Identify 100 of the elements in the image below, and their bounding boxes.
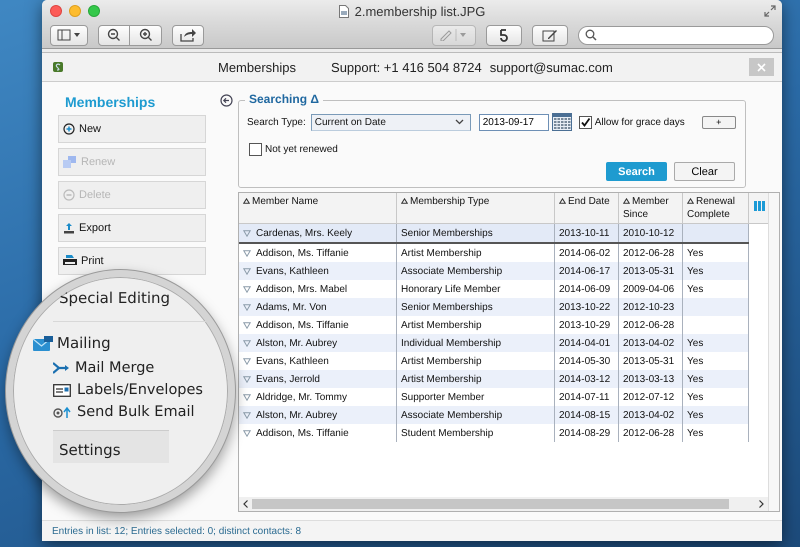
table-cell: 2013-10-11 xyxy=(559,228,610,238)
columns-icon[interactable] xyxy=(754,201,765,211)
sort-icon xyxy=(243,198,250,204)
table-row[interactable]: Alston, Mr. Aubrey Associate Membership 2014-08-15 2013-04-02 Yes xyxy=(239,406,749,424)
table-cell: 2013-10-29 xyxy=(559,320,610,330)
table-cell: Yes xyxy=(687,392,704,402)
table-row[interactable]: Adams, Mr. Von Senior Memberships 2013-10-22 2012-10-23 xyxy=(239,298,749,316)
scroll-right-icon[interactable] xyxy=(759,500,764,508)
table-cell: Addison, Ms. Tiffanie xyxy=(256,320,349,330)
vertical-scrollbar[interactable] xyxy=(768,193,779,511)
sort-icon xyxy=(623,198,630,204)
column-header[interactable]: Member Since xyxy=(619,193,683,223)
search-icon xyxy=(585,29,597,41)
column-header[interactable]: Renewal Complete xyxy=(683,193,749,223)
table-cell: 2014-04-01 xyxy=(559,338,610,348)
table-cell: Senior Memberships xyxy=(401,228,493,238)
edit-button[interactable] xyxy=(532,24,568,46)
table-cell: Associate Membership xyxy=(401,266,502,276)
expand-icon[interactable] xyxy=(243,268,251,274)
table-cell: Yes xyxy=(687,248,704,258)
expand-icon[interactable] xyxy=(243,286,251,292)
menu-section[interactable]: Settings xyxy=(53,430,169,463)
table-cell: Yes xyxy=(687,338,704,348)
sidebar-toggle-button[interactable] xyxy=(50,24,88,46)
table-cell: Yes xyxy=(687,284,704,294)
horizontal-scrollbar[interactable] xyxy=(239,497,768,511)
table-cell: 2014-07-11 xyxy=(559,392,610,402)
chevron-down-icon xyxy=(454,119,464,125)
table-cell: 2014-06-02 xyxy=(559,248,610,258)
expand-icon[interactable] xyxy=(243,412,251,418)
minimize-window-button[interactable] xyxy=(69,5,81,17)
search-field[interactable] xyxy=(578,26,774,44)
close-button[interactable] xyxy=(749,58,774,76)
date-field[interactable]: 2013-09-17 xyxy=(478,114,549,130)
table-cell: 2013-10-22 xyxy=(559,302,610,312)
menu-item[interactable]: Mail Merge xyxy=(53,360,228,376)
table-cell: 2013-05-31 xyxy=(623,266,674,276)
column-header[interactable]: Member Name xyxy=(239,193,397,223)
table-row[interactable]: Alston, Mr. Aubrey Individual Membership 2014-04-01 2013-04-02 Yes xyxy=(239,334,749,352)
expand-icon[interactable] xyxy=(243,340,251,346)
sidebar-action-button[interactable]: New xyxy=(58,115,206,143)
table-row[interactable]: Addison, Ms. Tiffanie Student Membership 2014-08-29 2012-06-28 Yes xyxy=(239,424,749,442)
zoom-out-icon xyxy=(107,28,121,42)
table-cell: Artist Membership xyxy=(401,320,482,330)
menu-group[interactable]: Mailing xyxy=(33,334,228,352)
clear-button[interactable]: Clear xyxy=(674,162,735,181)
zoom-window-button[interactable] xyxy=(88,5,100,17)
markup-button[interactable] xyxy=(432,24,476,46)
menu-item[interactable]: Send Bulk Email xyxy=(53,404,228,420)
expand-icon[interactable] xyxy=(243,376,251,382)
table-cell: 2012-06-28 xyxy=(623,248,674,258)
sidebar-action-button[interactable]: Export xyxy=(58,214,206,242)
sort-icon xyxy=(559,198,566,204)
expand-icon[interactable] xyxy=(243,394,251,400)
window-title: 2.membership list.JPG xyxy=(354,4,486,18)
table-cell: Yes xyxy=(687,410,704,420)
zoom-in-button[interactable] xyxy=(130,24,162,46)
table-cell: 2013-05-31 xyxy=(623,356,674,366)
table-row[interactable]: Evans, Kathleen Associate Membership 2014-06-17 2013-05-31 Yes xyxy=(239,262,749,280)
column-header[interactable]: Membership Type xyxy=(397,193,555,223)
table-cell: 2009-04-06 xyxy=(623,284,674,294)
grace-days-checkbox[interactable]: Allow for grace days xyxy=(578,116,685,128)
search-type-dropdown[interactable]: Current on Date xyxy=(310,114,471,130)
merge-arrow-icon xyxy=(53,362,69,374)
add-button[interactable]: + xyxy=(702,116,736,128)
expand-icon[interactable] xyxy=(243,358,251,364)
table-cell: Evans, Kathleen xyxy=(256,266,329,276)
rotate-button[interactable] xyxy=(486,24,522,46)
label-card-icon xyxy=(53,384,71,396)
fullscreen-icon[interactable] xyxy=(764,5,776,17)
sort-icon xyxy=(401,198,408,204)
expand-icon[interactable] xyxy=(243,250,251,256)
table-row[interactable]: Cardenas, Mrs. Keely Senior Memberships 2013-10-11 2010-10-12 xyxy=(239,224,749,244)
close-icon xyxy=(757,62,766,72)
expand-icon[interactable] xyxy=(243,322,251,328)
not-yet-renewed-checkbox[interactable]: Not yet renewed xyxy=(249,143,737,156)
table-cell: 2013-04-02 xyxy=(623,410,674,420)
close-window-button[interactable] xyxy=(50,5,62,17)
upload-icon xyxy=(63,222,75,234)
support-email: support@sumac.com xyxy=(490,60,613,74)
table-cell: Alston, Mr. Aubrey xyxy=(256,338,338,348)
share-button[interactable] xyxy=(172,24,204,46)
expand-icon[interactable] xyxy=(243,230,251,236)
table-cell: Yes xyxy=(687,266,704,276)
table-cell: Artist Membership xyxy=(401,248,482,258)
calendar-icon[interactable] xyxy=(552,113,572,131)
table-cell: Yes xyxy=(687,374,704,384)
expand-icon[interactable] xyxy=(243,304,251,310)
table-cell: Evans, Kathleen xyxy=(256,356,329,366)
table-cell: Addison, Mrs. Mabel xyxy=(256,284,348,294)
table-row[interactable]: Evans, Jerrold Artist Membership 2014-03-12 2013-03-13 Yes xyxy=(239,370,749,388)
zoom-out-button[interactable] xyxy=(98,24,130,46)
expand-icon[interactable] xyxy=(243,430,251,436)
scroll-left-icon[interactable] xyxy=(243,500,248,508)
sidebar-title: Memberships xyxy=(65,94,156,110)
column-header[interactable]: End Date xyxy=(555,193,619,223)
sidebar-action-button[interactable]: Print xyxy=(58,247,206,275)
search-type-label: Search Type: xyxy=(247,116,306,128)
table-cell: Addison, Ms. Tiffanie xyxy=(256,428,349,438)
menu-item[interactable]: Labels/Envelopes xyxy=(53,382,228,398)
